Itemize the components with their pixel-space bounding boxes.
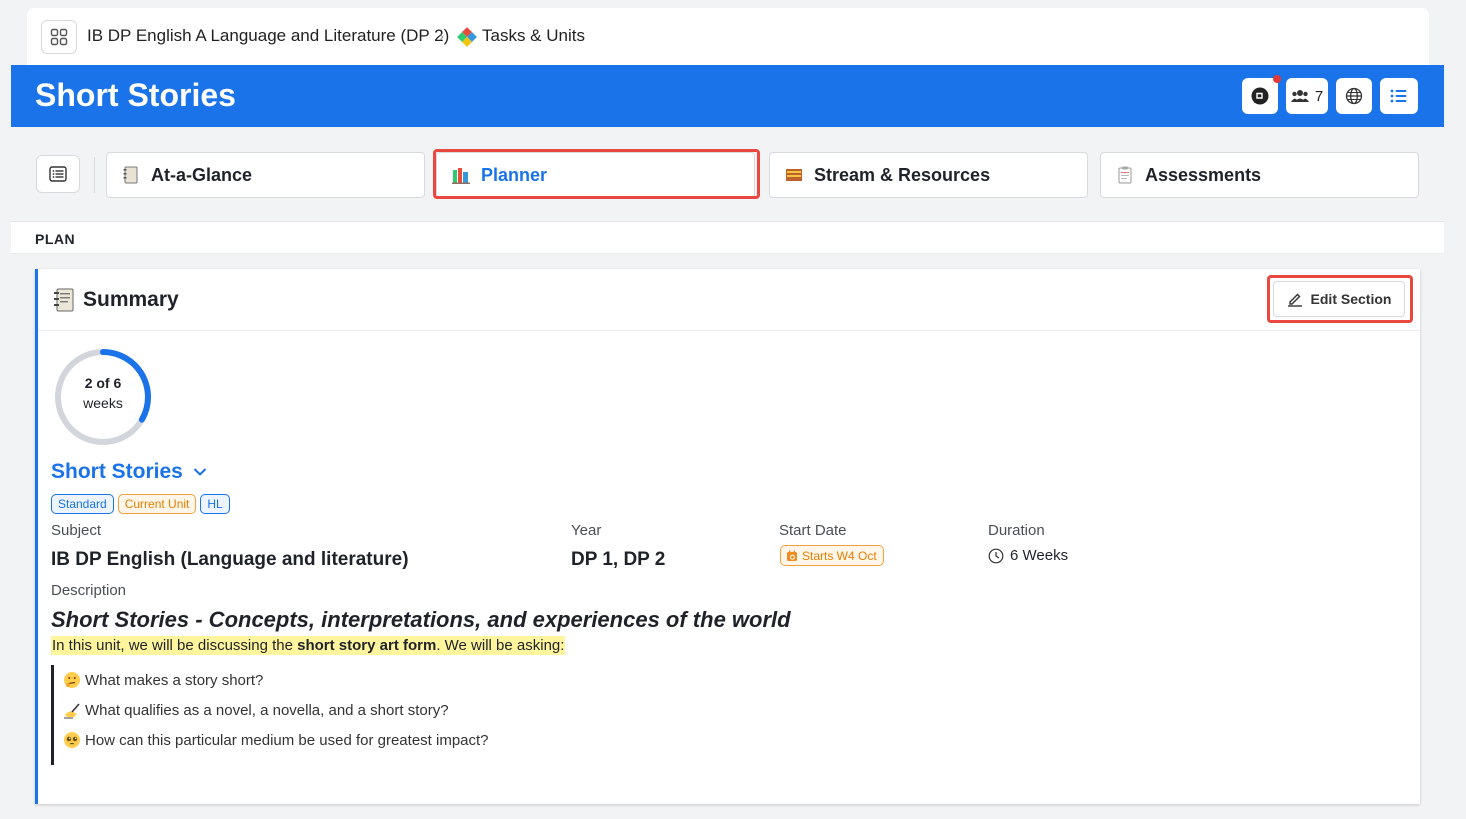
page-title: Short Stories <box>35 77 236 113</box>
grid-icon <box>50 28 68 46</box>
chat-bubble-icon <box>1251 87 1269 105</box>
year-label: Year <box>571 522 602 539</box>
duration-field: 6 Weeks <box>988 547 1068 564</box>
chat-button[interactable] <box>1242 75 1281 114</box>
breadcrumb: IB DP English A Language and Literature … <box>27 8 1429 66</box>
thinking-face-icon <box>63 671 81 689</box>
year-value: DP 1, DP 2 <box>571 549 666 570</box>
outline-toggle-button[interactable] <box>36 155 80 193</box>
inbox-tray-icon <box>784 165 804 185</box>
list-item: What makes a story short? <box>63 671 263 689</box>
question-text: How can this particular medium be used f… <box>85 731 489 749</box>
people-icon <box>1290 90 1309 102</box>
tab-assessments[interactable]: Assessments <box>1100 152 1419 198</box>
duration-value: 6 Weeks <box>1010 547 1069 564</box>
puzzle-piece-icon <box>457 27 477 47</box>
intro-text-start: In this unit, we will be discussing the <box>52 637 298 654</box>
guiding-questions-blockquote: What makes a story short? What qualifies… <box>51 665 651 765</box>
list-item: What qualifies as a novel, a novella, an… <box>63 701 449 719</box>
unit-header: Short Stories 7 <box>11 65 1444 127</box>
question-text: What qualifies as a novel, a novella, an… <box>85 701 449 719</box>
members-count: 7 <box>1314 87 1324 105</box>
tab-label: Stream & Resources <box>814 164 991 185</box>
question-text: What makes a story short? <box>85 671 264 689</box>
progress-text: 2 of 6 weeks <box>51 373 155 413</box>
duration-label: Duration <box>988 522 1045 539</box>
unit-tabs: At-a-Glance Planner Stream & Resources A… <box>11 127 1444 222</box>
globe-icon <box>1345 87 1363 105</box>
notebook-icon <box>54 288 74 312</box>
planner-highlight-outline <box>433 149 760 199</box>
list-outline-icon <box>49 166 67 182</box>
tab-label: At-a-Glance <box>151 164 253 185</box>
intro-text-end: . We will be asking: <box>436 637 565 654</box>
summary-card: Summary Edit Section 2 of 6 weeks Short … <box>35 269 1420 804</box>
description-label: Description <box>51 582 127 599</box>
clock-icon <box>988 548 1004 563</box>
list-view-button[interactable] <box>1380 78 1418 114</box>
calendar-icon <box>787 550 797 561</box>
plan-label: PLAN <box>35 231 76 247</box>
tag-standard: Standard <box>51 494 114 514</box>
pleading-face-icon <box>63 731 81 749</box>
description-intro: In this unit, we will be discussing the … <box>51 636 566 655</box>
description-heading: Short Stories - Concepts, interpretation… <box>51 607 791 632</box>
summary-card-header: Summary Edit Section <box>38 269 1420 331</box>
start-date-value: Starts W4 Oct <box>802 548 877 563</box>
unit-tags: Standard Current Unit HL <box>51 494 230 514</box>
summary-title: Summary <box>83 288 179 311</box>
tag-current-unit: Current Unit <box>117 494 197 514</box>
unit-title: Short Stories <box>51 460 183 483</box>
breadcrumb-course-link[interactable]: IB DP English A Language and Literature … <box>87 26 449 46</box>
start-date-label: Start Date <box>779 522 847 539</box>
tab-label: Assessments <box>1145 164 1262 185</box>
tab-stream-resources[interactable]: Stream & Resources <box>769 152 1088 198</box>
list-item: How can this particular medium be used f… <box>63 731 489 749</box>
writing-hand-icon <box>63 701 81 719</box>
members-button[interactable]: 7 <box>1286 78 1328 114</box>
notebook-icon <box>121 165 141 185</box>
tabs-divider <box>94 157 95 193</box>
subject-value: IB DP English (Language and literature) <box>51 549 409 570</box>
tab-at-a-glance[interactable]: At-a-Glance <box>106 152 425 198</box>
clipboard-icon <box>1115 165 1135 185</box>
bulleted-list-icon <box>1390 89 1407 103</box>
intro-bold-text: short story art form <box>297 637 437 654</box>
breadcrumb-tasks-units-link[interactable]: Tasks & Units <box>482 26 585 46</box>
edit-section-highlight-outline <box>1267 275 1413 323</box>
tag-hl: HL <box>200 494 230 514</box>
progress-weeks-unit: weeks <box>83 395 123 411</box>
chevron-down-icon <box>193 468 207 476</box>
language-button[interactable] <box>1336 78 1372 114</box>
breadcrumb-separator-icon: › <box>439 28 444 45</box>
notification-dot <box>1273 75 1281 83</box>
unit-title-dropdown[interactable]: Short Stories <box>51 460 207 484</box>
progress-weeks-count: 2 of 6 <box>84 375 122 391</box>
subject-label: Subject <box>51 522 102 539</box>
plan-section-header: PLAN <box>11 222 1444 254</box>
apps-grid-button[interactable] <box>41 20 77 54</box>
start-date-badge: Starts W4 Oct <box>780 545 884 566</box>
